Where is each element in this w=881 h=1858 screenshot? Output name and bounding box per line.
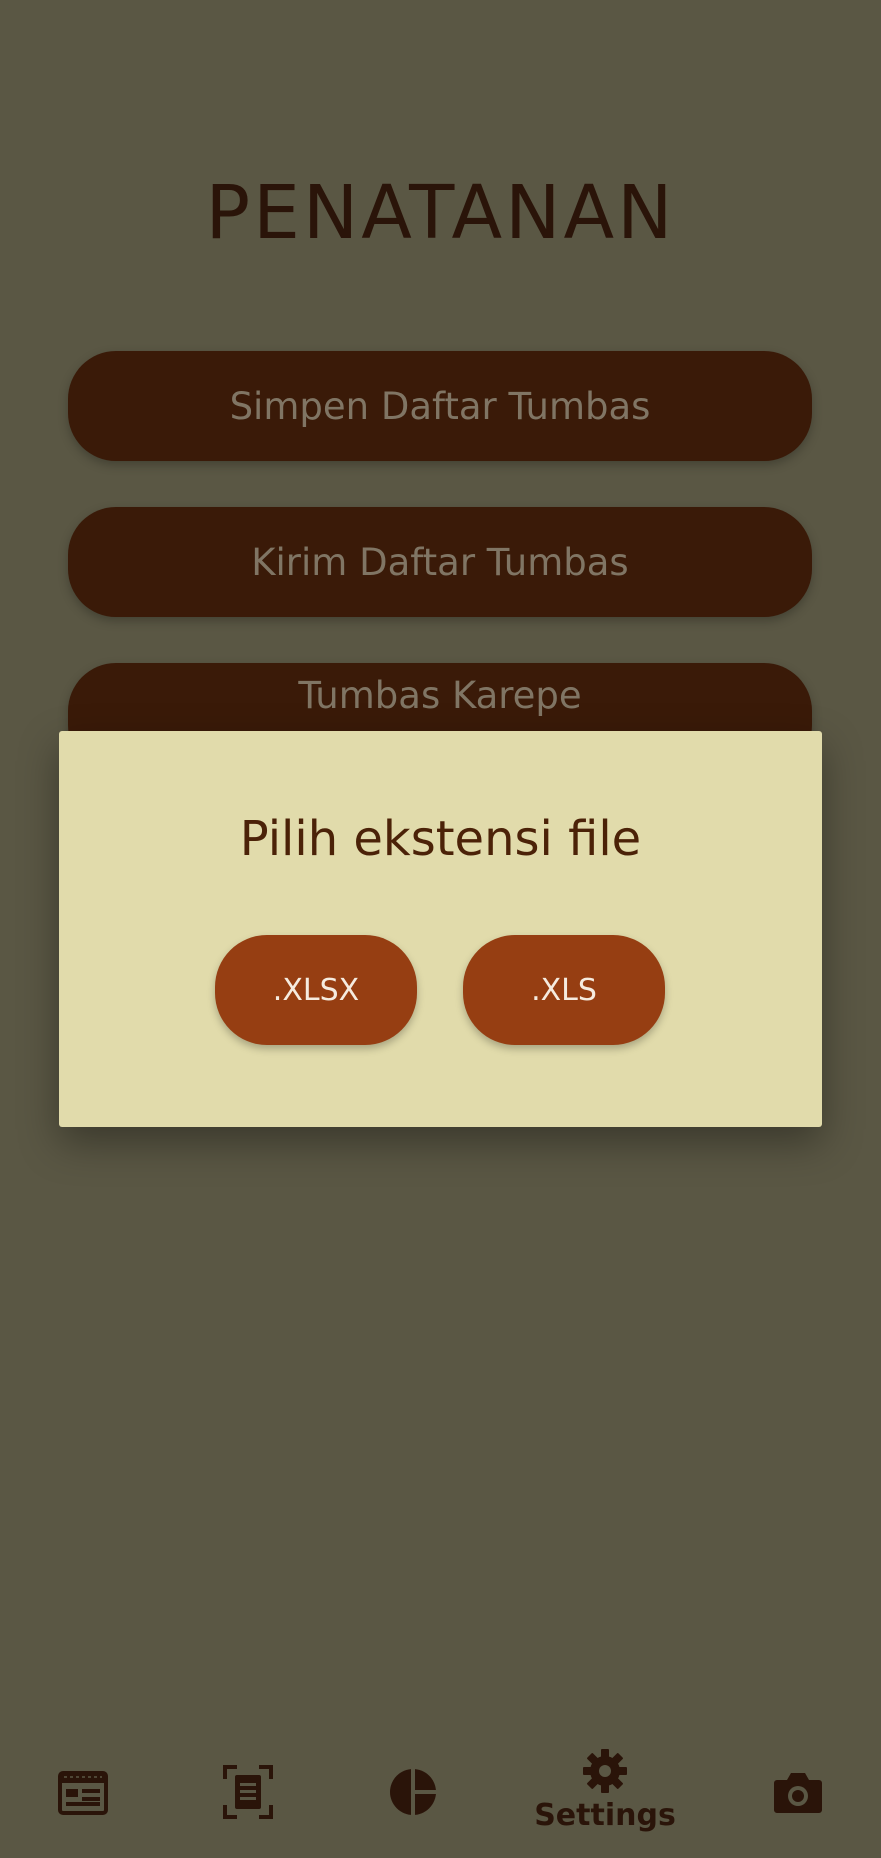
nav-label-settings: Settings (534, 1797, 676, 1833)
nav-item-list[interactable] (8, 1726, 158, 1858)
gear-icon (583, 1748, 627, 1793)
xlsx-button[interactable]: .XLSX (215, 935, 417, 1045)
save-list-button[interactable]: Simpen Daftar Tumbas (68, 351, 812, 461)
xls-button[interactable]: .XLS (463, 935, 665, 1045)
page-title: PENATANAN (205, 170, 676, 256)
nav-item-stats[interactable] (338, 1726, 488, 1858)
bottom-navigation: Settings (0, 1726, 881, 1858)
nav-item-scan[interactable] (173, 1726, 323, 1858)
pie-chart-icon (390, 1769, 436, 1815)
camera-icon (774, 1773, 822, 1813)
nav-item-settings[interactable]: Settings (530, 1726, 680, 1858)
file-extension-dialog: Pilih ekstensi file .XLSX .XLS (59, 731, 822, 1127)
settings-screen: PENATANAN Simpen Daftar Tumbas Kirim Daf… (0, 0, 881, 1858)
dialog-title: Pilih ekstensi file (239, 811, 642, 867)
send-list-button[interactable]: Kirim Daftar Tumbas (68, 507, 812, 617)
nav-item-camera[interactable] (723, 1726, 873, 1858)
buy-custom-label: Tumbas Karepe (298, 673, 582, 717)
document-scan-icon (223, 1765, 273, 1819)
list-table-icon (58, 1771, 108, 1815)
